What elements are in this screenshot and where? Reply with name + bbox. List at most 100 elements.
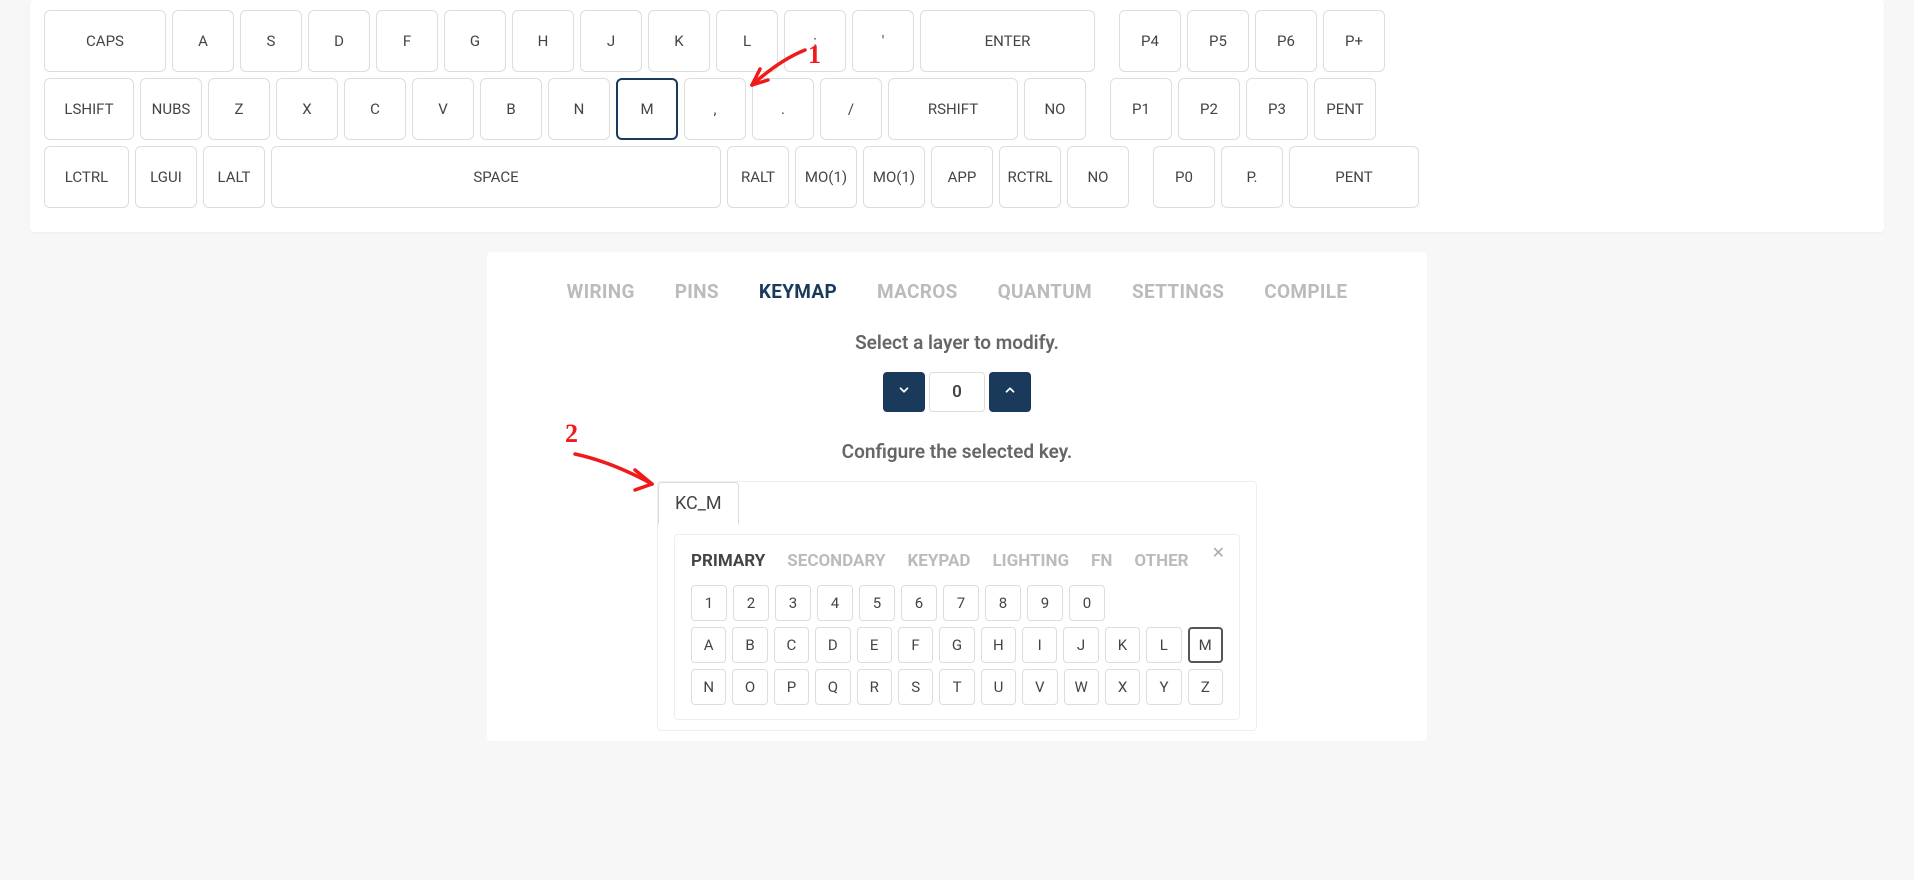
layer-up-button[interactable]	[989, 372, 1031, 412]
key-h[interactable]: H	[512, 10, 574, 72]
key-mo1-b[interactable]: MO(1)	[863, 146, 925, 208]
tab-macros[interactable]: MACROS	[877, 280, 958, 303]
key-pplus[interactable]: P+	[1323, 10, 1385, 72]
key-space[interactable]: SPACE	[271, 146, 721, 208]
pk-8[interactable]: 8	[985, 585, 1021, 621]
pk-n[interactable]: N	[691, 669, 726, 705]
pk-c[interactable]: C	[774, 627, 809, 663]
key-nubs[interactable]: NUBS	[140, 78, 202, 140]
pk-o[interactable]: O	[732, 669, 767, 705]
key-p0[interactable]: P0	[1153, 146, 1215, 208]
pk-2[interactable]: 2	[733, 585, 769, 621]
tab-wiring[interactable]: WIRING	[567, 280, 635, 303]
key-p5[interactable]: P5	[1187, 10, 1249, 72]
key-no[interactable]: NO	[1024, 78, 1086, 140]
key-g[interactable]: G	[444, 10, 506, 72]
key-pdot[interactable]: P.	[1221, 146, 1283, 208]
key-p3[interactable]: P3	[1246, 78, 1308, 140]
key-j[interactable]: J	[580, 10, 642, 72]
key-v[interactable]: V	[412, 78, 474, 140]
close-icon[interactable]: ✕	[1212, 543, 1225, 562]
picker-tab-lighting[interactable]: LIGHTING	[992, 551, 1069, 571]
pk-f[interactable]: F	[898, 627, 933, 663]
pk-6[interactable]: 6	[901, 585, 937, 621]
key-p6[interactable]: P6	[1255, 10, 1317, 72]
key-pent2[interactable]: PENT	[1289, 146, 1419, 208]
pk-v[interactable]: V	[1022, 669, 1057, 705]
key-a[interactable]: A	[172, 10, 234, 72]
pk-d[interactable]: D	[815, 627, 850, 663]
picker-tab-secondary[interactable]: SECONDARY	[787, 551, 885, 571]
pk-1[interactable]: 1	[691, 585, 727, 621]
pk-m-selected[interactable]: M	[1188, 627, 1223, 663]
pk-e[interactable]: E	[857, 627, 892, 663]
key-quote[interactable]: '	[852, 10, 914, 72]
pk-r[interactable]: R	[857, 669, 892, 705]
key-rshift[interactable]: RSHIFT	[888, 78, 1018, 140]
pk-7[interactable]: 7	[943, 585, 979, 621]
pk-3[interactable]: 3	[775, 585, 811, 621]
key-p2[interactable]: P2	[1178, 78, 1240, 140]
key-rctrl[interactable]: RCTRL	[999, 146, 1061, 208]
key-enter[interactable]: ENTER	[920, 10, 1095, 72]
pk-z[interactable]: Z	[1188, 669, 1223, 705]
pk-p[interactable]: P	[774, 669, 809, 705]
key-lalt[interactable]: LALT	[203, 146, 265, 208]
pk-9[interactable]: 9	[1027, 585, 1063, 621]
pk-k[interactable]: K	[1105, 627, 1140, 663]
pk-t[interactable]: T	[939, 669, 974, 705]
pk-5[interactable]: 5	[859, 585, 895, 621]
key-l[interactable]: L	[716, 10, 778, 72]
key-ralt[interactable]: RALT	[727, 146, 789, 208]
key-c[interactable]: C	[344, 78, 406, 140]
pk-a[interactable]: A	[691, 627, 726, 663]
pk-b[interactable]: B	[732, 627, 767, 663]
pk-y[interactable]: Y	[1146, 669, 1181, 705]
key-p4[interactable]: P4	[1119, 10, 1181, 72]
keycode-input[interactable]: KC_M	[658, 482, 739, 525]
key-mo1[interactable]: MO(1)	[795, 146, 857, 208]
pk-w[interactable]: W	[1064, 669, 1099, 705]
tab-keymap[interactable]: KEYMAP	[759, 280, 837, 303]
picker-tab-primary[interactable]: PRIMARY	[691, 551, 765, 571]
key-caps[interactable]: CAPS	[44, 10, 166, 72]
key-z[interactable]: Z	[208, 78, 270, 140]
pk-q[interactable]: Q	[815, 669, 850, 705]
key-pent[interactable]: PENT	[1314, 78, 1376, 140]
key-no2[interactable]: NO	[1067, 146, 1129, 208]
pk-h[interactable]: H	[981, 627, 1016, 663]
pk-l[interactable]: L	[1146, 627, 1181, 663]
key-b[interactable]: B	[480, 78, 542, 140]
key-lctrl[interactable]: LCTRL	[44, 146, 129, 208]
pk-u[interactable]: U	[981, 669, 1016, 705]
pk-x[interactable]: X	[1105, 669, 1140, 705]
pk-g[interactable]: G	[939, 627, 974, 663]
key-d[interactable]: D	[308, 10, 370, 72]
key-s[interactable]: S	[240, 10, 302, 72]
pk-s[interactable]: S	[898, 669, 933, 705]
tab-compile[interactable]: COMPILE	[1264, 280, 1347, 303]
key-lshift[interactable]: LSHIFT	[44, 78, 134, 140]
key-f[interactable]: F	[376, 10, 438, 72]
picker-tab-other[interactable]: OTHER	[1134, 551, 1188, 571]
pk-4[interactable]: 4	[817, 585, 853, 621]
tab-settings[interactable]: SETTINGS	[1132, 280, 1224, 303]
picker-tab-fn[interactable]: FN	[1091, 551, 1112, 571]
key-semicolon[interactable]: ;	[784, 10, 846, 72]
key-n[interactable]: N	[548, 78, 610, 140]
key-p1[interactable]: P1	[1110, 78, 1172, 140]
tab-quantum[interactable]: QUANTUM	[998, 280, 1092, 303]
key-slash[interactable]: /	[820, 78, 882, 140]
key-comma[interactable]: ,	[684, 78, 746, 140]
picker-tab-keypad[interactable]: KEYPAD	[907, 551, 970, 571]
key-lgui[interactable]: LGUI	[135, 146, 197, 208]
key-period[interactable]: .	[752, 78, 814, 140]
pk-0[interactable]: 0	[1069, 585, 1105, 621]
tab-pins[interactable]: PINS	[675, 280, 719, 303]
pk-i[interactable]: I	[1022, 627, 1057, 663]
key-x[interactable]: X	[276, 78, 338, 140]
key-app[interactable]: APP	[931, 146, 993, 208]
layer-down-button[interactable]	[883, 372, 925, 412]
pk-j[interactable]: J	[1063, 627, 1098, 663]
key-k[interactable]: K	[648, 10, 710, 72]
